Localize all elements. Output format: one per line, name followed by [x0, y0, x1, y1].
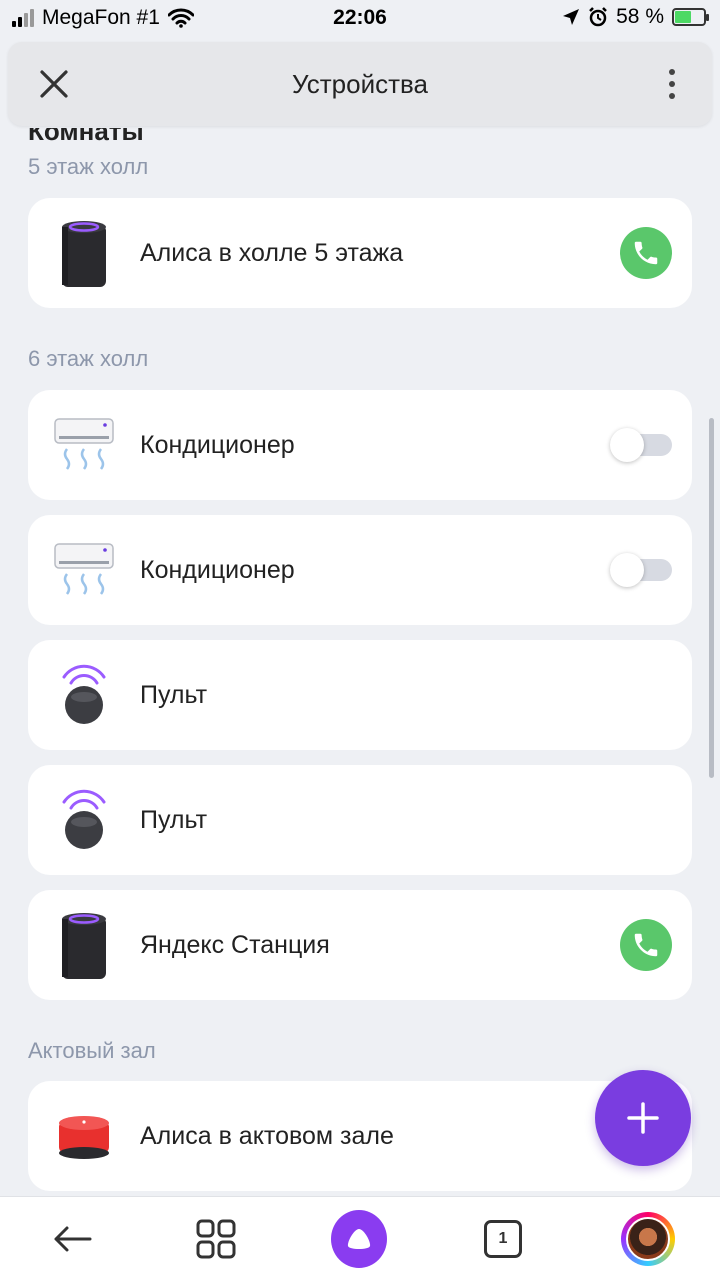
avatar: [621, 1212, 675, 1266]
device-name: Кондиционер: [140, 555, 295, 584]
room-label: 6 этаж холл: [28, 346, 149, 371]
toggle-knob: [610, 428, 644, 462]
phone-icon: [634, 241, 658, 265]
battery-percent: 58 %: [616, 5, 664, 28]
device-card[interactable]: Яндекс Станция: [28, 890, 692, 1000]
bottom-nav: 1: [0, 1196, 720, 1280]
back-button[interactable]: [44, 1211, 100, 1267]
close-button[interactable]: [34, 64, 74, 104]
alice-button[interactable]: [331, 1210, 387, 1268]
grid-icon: [196, 1219, 236, 1259]
device-name: Алиса в актовом зале: [140, 1121, 394, 1150]
device-name: Яндекс Станция: [140, 930, 330, 959]
call-button[interactable]: [620, 227, 672, 279]
device-name: Пульт: [140, 805, 208, 834]
smart-speaker-icon: [52, 905, 116, 985]
more-options-button[interactable]: [662, 64, 682, 104]
scrollbar[interactable]: [709, 418, 714, 778]
plus-icon: [627, 1102, 659, 1134]
device-card[interactable]: Кондиционер: [28, 515, 692, 625]
more-dot-icon: [669, 93, 675, 99]
more-dot-icon: [669, 69, 675, 75]
battery-icon: [672, 8, 709, 26]
tabs-button[interactable]: 1: [475, 1211, 531, 1267]
profile-button[interactable]: [620, 1211, 676, 1267]
device-name: Кондиционер: [140, 430, 295, 459]
air-conditioner-icon: [52, 530, 116, 610]
devices-list[interactable]: Комнаты 5 этаж холл Алиса в холле 5 этаж…: [0, 128, 720, 1196]
services-button[interactable]: [188, 1211, 244, 1267]
close-icon: [40, 70, 68, 98]
remote-icon: [52, 655, 116, 735]
add-device-button[interactable]: [595, 1070, 691, 1166]
call-button[interactable]: [620, 919, 672, 971]
page-title: Устройства: [291, 68, 429, 99]
power-toggle[interactable]: [610, 428, 672, 462]
room-label: Актовый зал: [28, 1038, 156, 1063]
location-arrow-icon: [563, 9, 580, 25]
status-right: 58 %: [562, 5, 709, 29]
phone-icon: [634, 933, 658, 957]
arrow-left-icon: [54, 1226, 92, 1252]
device-card[interactable]: Пульт: [28, 640, 692, 750]
remote-icon: [52, 780, 116, 860]
alice-icon: [331, 1210, 387, 1268]
rooms-heading: Комнаты: [28, 128, 144, 146]
toggle-knob: [610, 553, 644, 587]
device-card[interactable]: Кондиционер: [28, 390, 692, 500]
air-conditioner-icon: [52, 405, 116, 485]
smart-speaker-red-icon: [52, 1096, 116, 1176]
smart-speaker-icon: [52, 213, 116, 293]
alarm-icon: [589, 7, 608, 27]
device-card[interactable]: Пульт: [28, 765, 692, 875]
device-name: Пульт: [140, 680, 208, 709]
more-dot-icon: [669, 81, 675, 87]
power-toggle[interactable]: [610, 553, 672, 587]
tabs-count: 1: [484, 1220, 522, 1258]
device-name: Алиса в холле 5 этажа: [140, 238, 404, 267]
device-card[interactable]: Алиса в холле 5 этажа: [28, 198, 692, 308]
room-label: 5 этаж холл: [28, 154, 149, 179]
device-card[interactable]: Алиса в актовом зале: [28, 1081, 692, 1191]
status-bar: MegaFon #1 22:06 58 %: [0, 0, 720, 38]
top-header: Устройства: [8, 42, 712, 126]
